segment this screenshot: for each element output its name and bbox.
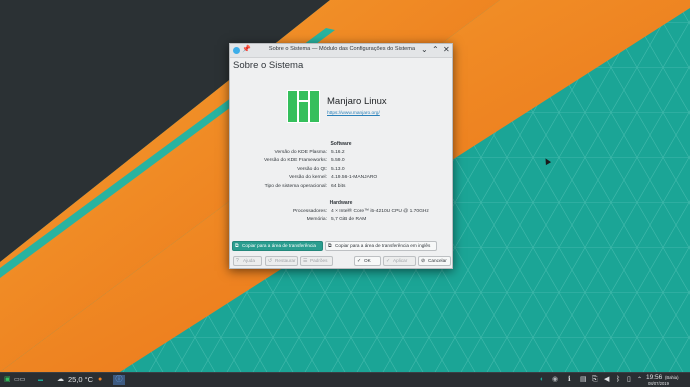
updates-tray-icon[interactable]: ◉ bbox=[552, 375, 558, 385]
battery-icon[interactable]: ▯ bbox=[627, 375, 631, 385]
application-launcher-icon[interactable]: ▣ bbox=[4, 375, 11, 385]
pin-icon[interactable]: 📌 bbox=[242, 45, 251, 53]
cancel-label: Cancelar bbox=[428, 258, 447, 263]
info-label: Versão do Qt: bbox=[297, 167, 327, 172]
pager-icon[interactable]: ▭▭ bbox=[14, 375, 25, 385]
copy-english-button[interactable]: ⧉ Copiar para a área de transferência em … bbox=[325, 241, 437, 251]
info-row: Versão do Qt: 5.13.0 bbox=[230, 167, 452, 175]
hardware-heading: Hardware bbox=[329, 200, 353, 206]
info-row: Versão do KDE Frameworks: 5.59.0 bbox=[230, 158, 452, 166]
copy-icon: ⧉ bbox=[235, 243, 239, 249]
ok-button[interactable]: ✓ OK bbox=[354, 256, 381, 266]
check-icon: ✓ bbox=[357, 258, 362, 264]
reset-icon: ↺ bbox=[268, 258, 273, 264]
info-row: Versão do KDE Plasma: 5.16.2 bbox=[230, 150, 452, 158]
info-label: Tipo de sistema operacional: bbox=[264, 184, 327, 189]
defaults-label: Padrões bbox=[310, 258, 328, 263]
clipboard-tray-icon[interactable]: ⎘ bbox=[592, 375, 598, 385]
info-value: 4.19.56-1-MANJARO bbox=[331, 175, 378, 180]
info-label: Versão do kernel: bbox=[288, 175, 327, 180]
defaults-icon: ☰ bbox=[303, 258, 308, 264]
temperature-readout[interactable]: 25,0 °C bbox=[68, 375, 93, 385]
info-label: Versão do KDE Frameworks: bbox=[263, 158, 327, 163]
apply-icon: ✓ bbox=[386, 258, 391, 264]
firefox-icon[interactable]: ● bbox=[98, 375, 102, 385]
cancel-icon: ⊘ bbox=[421, 258, 426, 264]
info-value: 4 × Intel® Core™ i5-4210U CPU @ 1.70GHz bbox=[331, 209, 429, 214]
copy-to-clipboard-button[interactable]: ⧉ Copiar para a área de transferência bbox=[232, 241, 323, 251]
manjaro-settings-tray-icon[interactable]: ◐ bbox=[540, 375, 544, 385]
maximize-button[interactable]: ⌃ bbox=[432, 45, 439, 55]
reset-label: Restaurar bbox=[275, 258, 296, 263]
notes-tray-icon[interactable]: ▤ bbox=[580, 375, 587, 385]
apply-label: Aplicar bbox=[393, 258, 408, 263]
distro-name: Manjaro Linux bbox=[327, 96, 387, 107]
info-row: Memória: 5,7 GiB de RAM bbox=[230, 217, 452, 225]
window-titlebar[interactable]: 📌 Sobre o Sistema — Módulo das Configura… bbox=[230, 44, 452, 58]
volume-icon[interactable]: ◀ bbox=[604, 375, 609, 385]
bluetooth-icon[interactable]: ᛒ bbox=[616, 375, 620, 385]
info-value: 5,7 GiB de RAM bbox=[331, 217, 367, 222]
distro-website-link[interactable]: https://www.manjaro.org/ bbox=[327, 111, 380, 116]
info-tray-icon[interactable]: ℹ bbox=[568, 375, 571, 385]
info-value: 5.59.0 bbox=[331, 158, 345, 163]
info-label: Versão do KDE Plasma: bbox=[274, 150, 327, 155]
about-system-window: 📌 Sobre o Sistema — Módulo das Configura… bbox=[229, 43, 453, 269]
apply-button[interactable]: ✓ Aplicar bbox=[383, 256, 416, 266]
info-row: Processadores: 4 × Intel® Core™ i5-4210U… bbox=[230, 209, 452, 217]
help-icon: ? bbox=[236, 258, 239, 264]
info-value: 5.16.2 bbox=[331, 150, 345, 155]
reset-button[interactable]: ↺ Restaurar bbox=[265, 256, 298, 266]
info-label: Memória: bbox=[306, 217, 327, 222]
minimize-button[interactable]: ⌄ bbox=[421, 45, 428, 55]
info-value: 5.13.0 bbox=[331, 167, 345, 172]
expand-tray-icon[interactable]: ⌃ bbox=[637, 375, 642, 385]
page-title: Sobre o Sistema bbox=[233, 60, 304, 71]
info-value: 64 bits bbox=[331, 184, 346, 189]
window-title: Sobre o Sistema — Módulo das Configuraçõ… bbox=[268, 46, 416, 52]
help-button[interactable]: ? Ajuda bbox=[233, 256, 262, 266]
pager-active-desktop-icon[interactable]: ▬ bbox=[38, 375, 43, 385]
ok-label: OK bbox=[364, 258, 371, 263]
info-label: Processadores: bbox=[293, 209, 327, 214]
copy-icon: ⧉ bbox=[328, 243, 332, 249]
copy-button-label: Copiar para a área de transferência bbox=[242, 243, 317, 248]
cancel-button[interactable]: ⊘ Cancelar bbox=[418, 256, 451, 266]
clock-date[interactable]: 08/07/2019 bbox=[648, 381, 669, 386]
copy-english-label: Copiar para a área de transferência em i… bbox=[335, 243, 431, 248]
app-info-icon[interactable] bbox=[233, 47, 240, 54]
taskbar-panel: ▣ ▭▭ ▬ ☁ 25,0 °C ● ⓘ ◐ ◉ ℹ ▤ ⎘ ◀ ᛒ ▯ ⌃ 1… bbox=[0, 372, 690, 387]
manjaro-logo-icon bbox=[287, 90, 320, 123]
weather-icon: ☁ bbox=[57, 376, 64, 383]
help-label: Ajuda bbox=[243, 258, 255, 263]
system-settings-task-icon[interactable]: ⓘ bbox=[113, 375, 125, 385]
info-row: Tipo de sistema operacional: 64 bits bbox=[230, 184, 452, 192]
software-heading: Software bbox=[330, 141, 352, 147]
close-button[interactable]: ✕ bbox=[443, 45, 450, 55]
info-row: Versão do kernel: 4.19.56-1-MANJARO bbox=[230, 175, 452, 183]
defaults-button[interactable]: ☰ Padrões bbox=[300, 256, 333, 266]
